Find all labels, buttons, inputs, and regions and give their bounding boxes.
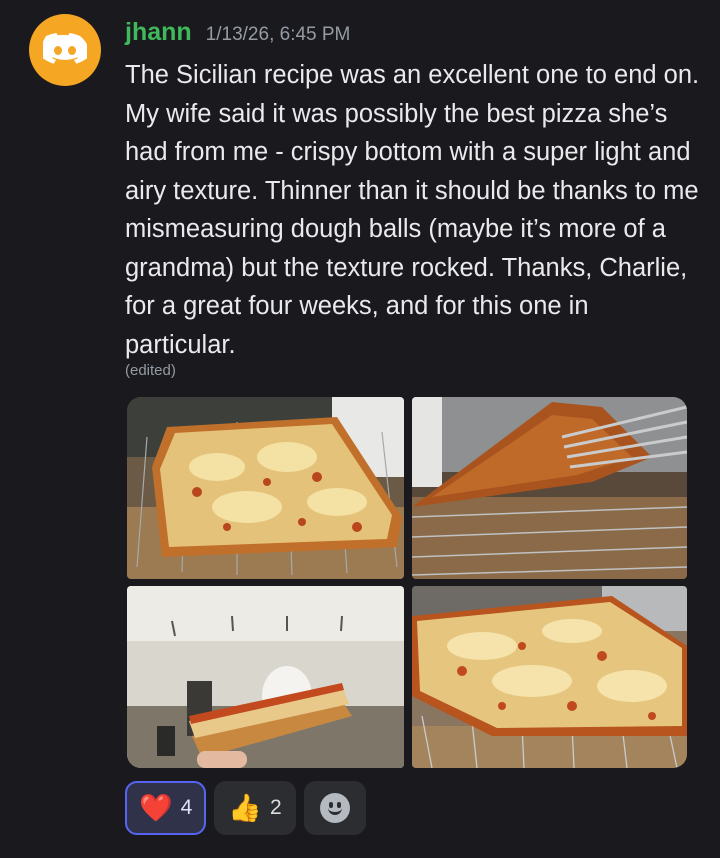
reactions-bar: ❤️ 4 👍 2	[125, 781, 366, 835]
reaction-thumbs-up[interactable]: 👍 2	[214, 781, 296, 835]
chat-message: jhann 1/13/26, 6:45 PM The Sicilian reci…	[0, 0, 720, 858]
add-reaction-smile-icon	[319, 793, 350, 823]
edited-label: (edited)	[125, 362, 176, 379]
reaction-count: 2	[269, 796, 282, 819]
reaction-heart[interactable]: ❤️ 4	[125, 781, 207, 835]
timestamp[interactable]: 1/13/26, 6:45 PM	[206, 24, 351, 46]
heart-icon: ❤️	[139, 792, 173, 823]
pizza-slice-hand-photo[interactable]	[127, 586, 404, 768]
avatar[interactable]	[29, 14, 101, 86]
add-reaction-button[interactable]	[303, 781, 366, 835]
thumbs-up-icon: 👍	[228, 792, 262, 823]
discord-logo-icon	[43, 33, 87, 64]
reaction-count: 4	[180, 796, 193, 819]
username[interactable]: jhann	[125, 18, 192, 47]
image-gallery	[127, 397, 687, 768]
pizza-full-sheet-photo[interactable]	[412, 586, 687, 768]
pizza-on-rack-photo[interactable]	[127, 397, 404, 579]
pizza-underside-spatula-photo[interactable]	[412, 397, 687, 579]
message-content: The Sicilian recipe was an excellent one…	[125, 61, 700, 359]
